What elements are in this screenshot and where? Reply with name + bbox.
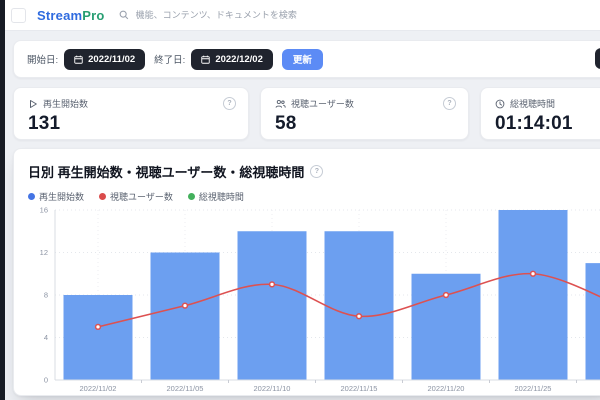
play-icon <box>30 99 37 108</box>
menu-icon[interactable] <box>11 7 26 23</box>
end-date-button[interactable]: 2022/12/02 <box>191 48 273 70</box>
help-icon[interactable]: ? <box>223 97 236 110</box>
bar-line-chart[interactable]: 0 4 8 12 16 2022/11/02 2022/11/05 2022/11/10 202… <box>14 201 600 395</box>
y-axis-label: 16 <box>40 206 48 215</box>
legend-dot-blue <box>28 193 35 200</box>
stat-value: 58 <box>275 113 297 134</box>
y-axis-label: 12 <box>40 248 48 257</box>
bar-last[interactable] <box>585 263 600 380</box>
chart-title: 日別 再生開始数・視聴ユーザー数・総視聴時間 <box>28 165 305 180</box>
app-viewport: StreamPro 開始日: 2022/11/02 終了日: 2022/12/0… <box>0 0 600 400</box>
daily-chart-card: 日別 再生開始数・視聴ユーザー数・総視聴時間 ? 再生開始数 視聴ユーザー数 総… <box>13 148 600 396</box>
stat-card-watch-time: 総視聴時間 01:14:01 <box>480 87 600 140</box>
update-button[interactable]: 更新 <box>281 48 323 70</box>
end-date-value: 2022/12/02 <box>215 53 263 65</box>
stat-card-viewers: 視聴ユーザー数 ? 58 <box>260 87 469 140</box>
y-axis-label: 4 <box>44 333 48 342</box>
start-date-button[interactable]: 2022/11/02 <box>64 48 146 70</box>
y-axis-label: 8 <box>44 291 48 300</box>
help-icon[interactable]: ? <box>310 165 324 178</box>
line-marker[interactable] <box>268 281 276 288</box>
bar-2022/11/25[interactable] <box>498 210 568 380</box>
global-search[interactable] <box>119 5 398 25</box>
line-marker[interactable] <box>442 291 450 299</box>
x-axis-label: 2022/11/05 <box>167 384 204 393</box>
stat-label: 再生開始数 <box>43 99 89 109</box>
bar-2022/11/02[interactable] <box>63 295 133 380</box>
logo-primary: Stream <box>37 7 83 23</box>
line-marker[interactable] <box>529 270 537 277</box>
top-bar: StreamPro <box>0 0 600 31</box>
stat-card-play-starts: 再生開始数 ? 131 <box>13 87 249 140</box>
help-icon[interactable]: ? <box>443 97 456 110</box>
clock-icon <box>495 99 505 108</box>
legend-dot-red <box>99 193 107 200</box>
x-axis-label: 2022/11/15 <box>341 384 378 393</box>
stat-value: 01:14:01 <box>495 113 573 134</box>
line-marker[interactable] <box>94 323 102 331</box>
users-icon <box>275 99 286 108</box>
app-logo[interactable]: StreamPro <box>37 8 105 23</box>
collapsed-sidebar[interactable] <box>0 0 5 400</box>
start-date-value: 2022/11/02 <box>88 53 136 65</box>
logo-secondary: Pro <box>82 7 105 23</box>
x-axis-label: 2022/11/02 <box>80 384 117 393</box>
x-axis-label: 2022/11/10 <box>254 384 291 393</box>
legend-dot-green <box>187 193 195 200</box>
date-filter-bar: 開始日: 2022/11/02 終了日: 2022/12/02 更新 <box>13 40 600 78</box>
bar-2022/11/05[interactable] <box>150 252 220 381</box>
line-marker[interactable] <box>181 302 189 309</box>
stat-value: 131 <box>28 113 61 134</box>
bar-2022/11/10[interactable] <box>237 231 307 380</box>
filter-right-button[interactable] <box>595 48 600 69</box>
x-axis-label: 2022/11/25 <box>515 384 552 393</box>
bar-2022/11/15[interactable] <box>324 231 394 380</box>
stat-label: 視聴ユーザー数 <box>291 99 354 109</box>
search-input[interactable] <box>133 9 398 21</box>
y-axis-label: 0 <box>44 376 48 385</box>
x-axis-label: 2022/11/20 <box>428 384 465 393</box>
calendar-icon <box>74 55 83 64</box>
calendar-icon <box>201 55 211 64</box>
search-icon <box>119 10 128 20</box>
line-marker[interactable] <box>355 313 363 320</box>
end-date-label: 終了日: <box>154 55 186 66</box>
bar-2022/11/20[interactable] <box>411 273 481 380</box>
start-date-label: 開始日: <box>27 55 59 66</box>
stat-label: 総視聴時間 <box>510 99 556 109</box>
